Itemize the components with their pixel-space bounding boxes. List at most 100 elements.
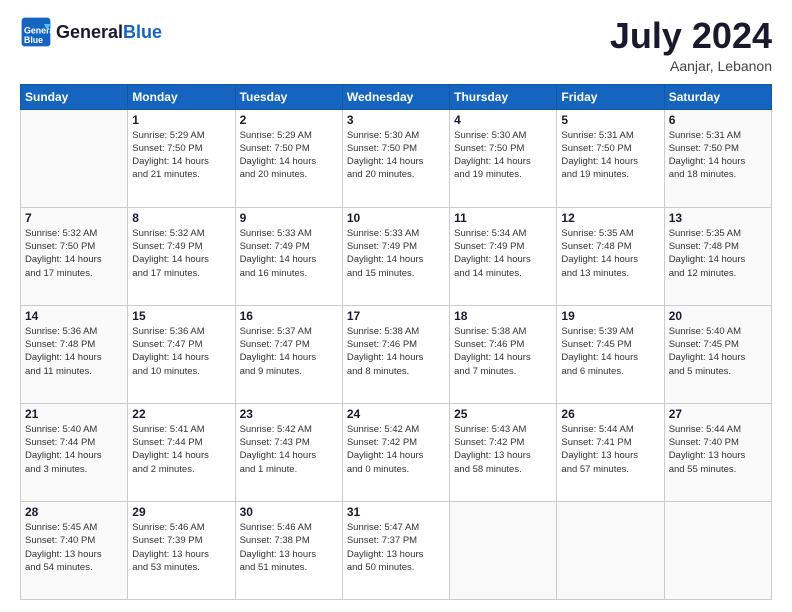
day-number: 28 — [25, 505, 123, 519]
day-info: Sunrise: 5:46 AM Sunset: 7:39 PM Dayligh… — [132, 521, 230, 574]
col-thursday: Thursday — [450, 84, 557, 109]
calendar-cell — [664, 501, 771, 599]
day-info: Sunrise: 5:31 AM Sunset: 7:50 PM Dayligh… — [669, 129, 767, 182]
day-number: 10 — [347, 211, 445, 225]
calendar-cell: 1 Sunrise: 5:29 AM Sunset: 7:50 PM Daylig… — [128, 109, 235, 207]
day-number: 24 — [347, 407, 445, 421]
day-number: 18 — [454, 309, 552, 323]
day-info: Sunrise: 5:35 AM Sunset: 7:48 PM Dayligh… — [669, 227, 767, 280]
day-number: 25 — [454, 407, 552, 421]
svg-text:Blue: Blue — [24, 35, 43, 45]
day-info: Sunrise: 5:40 AM Sunset: 7:45 PM Dayligh… — [669, 325, 767, 378]
day-number: 8 — [132, 211, 230, 225]
calendar-cell: 20 Sunrise: 5:40 AM Sunset: 7:45 PM Dayli… — [664, 305, 771, 403]
day-info: Sunrise: 5:38 AM Sunset: 7:46 PM Dayligh… — [454, 325, 552, 378]
day-info: Sunrise: 5:34 AM Sunset: 7:49 PM Dayligh… — [454, 227, 552, 280]
day-info: Sunrise: 5:30 AM Sunset: 7:50 PM Dayligh… — [347, 129, 445, 182]
location: Aanjar, Lebanon — [610, 58, 772, 74]
day-number: 13 — [669, 211, 767, 225]
calendar-cell: 2 Sunrise: 5:29 AM Sunset: 7:50 PM Daylig… — [235, 109, 342, 207]
day-number: 20 — [669, 309, 767, 323]
day-number: 3 — [347, 113, 445, 127]
page: General Blue GeneralBlue July 2024 Aanja… — [0, 0, 792, 612]
calendar-cell: 30 Sunrise: 5:46 AM Sunset: 7:38 PM Dayli… — [235, 501, 342, 599]
day-info: Sunrise: 5:32 AM Sunset: 7:50 PM Dayligh… — [25, 227, 123, 280]
calendar-cell: 18 Sunrise: 5:38 AM Sunset: 7:46 PM Dayli… — [450, 305, 557, 403]
calendar-cell — [557, 501, 664, 599]
col-wednesday: Wednesday — [342, 84, 449, 109]
calendar-cell: 31 Sunrise: 5:47 AM Sunset: 7:37 PM Dayli… — [342, 501, 449, 599]
day-number: 2 — [240, 113, 338, 127]
calendar-cell: 22 Sunrise: 5:41 AM Sunset: 7:44 PM Dayli… — [128, 403, 235, 501]
day-number: 4 — [454, 113, 552, 127]
day-number: 26 — [561, 407, 659, 421]
day-info: Sunrise: 5:32 AM Sunset: 7:49 PM Dayligh… — [132, 227, 230, 280]
day-info: Sunrise: 5:36 AM Sunset: 7:47 PM Dayligh… — [132, 325, 230, 378]
logo: General Blue GeneralBlue — [20, 16, 162, 48]
day-info: Sunrise: 5:47 AM Sunset: 7:37 PM Dayligh… — [347, 521, 445, 574]
day-number: 5 — [561, 113, 659, 127]
day-number: 14 — [25, 309, 123, 323]
day-number: 21 — [25, 407, 123, 421]
month-title: July 2024 — [610, 16, 772, 56]
calendar-cell: 9Sunrise: 5:33 AM Sunset: 7:49 PM Daylig… — [235, 207, 342, 305]
calendar-week-1: 7Sunrise: 5:32 AM Sunset: 7:50 PM Daylig… — [21, 207, 772, 305]
day-info: Sunrise: 5:29 AM Sunset: 7:50 PM Dayligh… — [132, 129, 230, 182]
calendar-cell: 6 Sunrise: 5:31 AM Sunset: 7:50 PM Daylig… — [664, 109, 771, 207]
calendar-cell: 12 Sunrise: 5:35 AM Sunset: 7:48 PM Dayli… — [557, 207, 664, 305]
day-number: 1 — [132, 113, 230, 127]
day-info: Sunrise: 5:40 AM Sunset: 7:44 PM Dayligh… — [25, 423, 123, 476]
calendar-cell: 29 Sunrise: 5:46 AM Sunset: 7:39 PM Dayli… — [128, 501, 235, 599]
day-info: Sunrise: 5:36 AM Sunset: 7:48 PM Dayligh… — [25, 325, 123, 378]
day-info: Sunrise: 5:44 AM Sunset: 7:40 PM Dayligh… — [669, 423, 767, 476]
col-sunday: Sunday — [21, 84, 128, 109]
day-info: Sunrise: 5:31 AM Sunset: 7:50 PM Dayligh… — [561, 129, 659, 182]
calendar-cell: 28 Sunrise: 5:45 AM Sunset: 7:40 PM Dayli… — [21, 501, 128, 599]
calendar-cell: 10 Sunrise: 5:33 AM Sunset: 7:49 PM Dayli… — [342, 207, 449, 305]
calendar-week-0: 1 Sunrise: 5:29 AM Sunset: 7:50 PM Daylig… — [21, 109, 772, 207]
calendar-cell: 8 Sunrise: 5:32 AM Sunset: 7:49 PM Daylig… — [128, 207, 235, 305]
calendar-cell: 4 Sunrise: 5:30 AM Sunset: 7:50 PM Daylig… — [450, 109, 557, 207]
day-number: 19 — [561, 309, 659, 323]
day-number: 11 — [454, 211, 552, 225]
calendar-cell — [21, 109, 128, 207]
day-info: Sunrise: 5:42 AM Sunset: 7:43 PM Dayligh… — [240, 423, 338, 476]
calendar-cell: 26 Sunrise: 5:44 AM Sunset: 7:41 PM Dayli… — [557, 403, 664, 501]
day-number: 12 — [561, 211, 659, 225]
calendar-cell: 17Sunrise: 5:38 AM Sunset: 7:46 PM Dayli… — [342, 305, 449, 403]
day-number: 31 — [347, 505, 445, 519]
col-friday: Friday — [557, 84, 664, 109]
day-number: 30 — [240, 505, 338, 519]
calendar-cell: 14 Sunrise: 5:36 AM Sunset: 7:48 PM Dayli… — [21, 305, 128, 403]
header: General Blue GeneralBlue July 2024 Aanja… — [20, 16, 772, 74]
calendar-cell: 19Sunrise: 5:39 AM Sunset: 7:45 PM Dayli… — [557, 305, 664, 403]
day-info: Sunrise: 5:30 AM Sunset: 7:50 PM Dayligh… — [454, 129, 552, 182]
calendar-header-row: Sunday Monday Tuesday Wednesday Thursday… — [21, 84, 772, 109]
day-info: Sunrise: 5:46 AM Sunset: 7:38 PM Dayligh… — [240, 521, 338, 574]
calendar-cell — [450, 501, 557, 599]
day-info: Sunrise: 5:44 AM Sunset: 7:41 PM Dayligh… — [561, 423, 659, 476]
day-number: 29 — [132, 505, 230, 519]
logo-icon: General Blue — [20, 16, 52, 48]
day-info: Sunrise: 5:35 AM Sunset: 7:48 PM Dayligh… — [561, 227, 659, 280]
day-number: 22 — [132, 407, 230, 421]
calendar-table: Sunday Monday Tuesday Wednesday Thursday… — [20, 84, 772, 600]
calendar-cell: 23Sunrise: 5:42 AM Sunset: 7:43 PM Dayli… — [235, 403, 342, 501]
calendar-cell: 7Sunrise: 5:32 AM Sunset: 7:50 PM Daylig… — [21, 207, 128, 305]
day-number: 27 — [669, 407, 767, 421]
col-monday: Monday — [128, 84, 235, 109]
calendar-cell: 13 Sunrise: 5:35 AM Sunset: 7:48 PM Dayli… — [664, 207, 771, 305]
day-info: Sunrise: 5:43 AM Sunset: 7:42 PM Dayligh… — [454, 423, 552, 476]
day-info: Sunrise: 5:45 AM Sunset: 7:40 PM Dayligh… — [25, 521, 123, 574]
calendar-week-3: 21 Sunrise: 5:40 AM Sunset: 7:44 PM Dayli… — [21, 403, 772, 501]
day-number: 6 — [669, 113, 767, 127]
day-info: Sunrise: 5:42 AM Sunset: 7:42 PM Dayligh… — [347, 423, 445, 476]
day-info: Sunrise: 5:41 AM Sunset: 7:44 PM Dayligh… — [132, 423, 230, 476]
day-info: Sunrise: 5:38 AM Sunset: 7:46 PM Dayligh… — [347, 325, 445, 378]
calendar-cell: 16Sunrise: 5:37 AM Sunset: 7:47 PM Dayli… — [235, 305, 342, 403]
calendar-week-4: 28 Sunrise: 5:45 AM Sunset: 7:40 PM Dayli… — [21, 501, 772, 599]
day-info: Sunrise: 5:29 AM Sunset: 7:50 PM Dayligh… — [240, 129, 338, 182]
day-info: Sunrise: 5:33 AM Sunset: 7:49 PM Dayligh… — [347, 227, 445, 280]
day-number: 16 — [240, 309, 338, 323]
calendar-cell: 27 Sunrise: 5:44 AM Sunset: 7:40 PM Dayli… — [664, 403, 771, 501]
